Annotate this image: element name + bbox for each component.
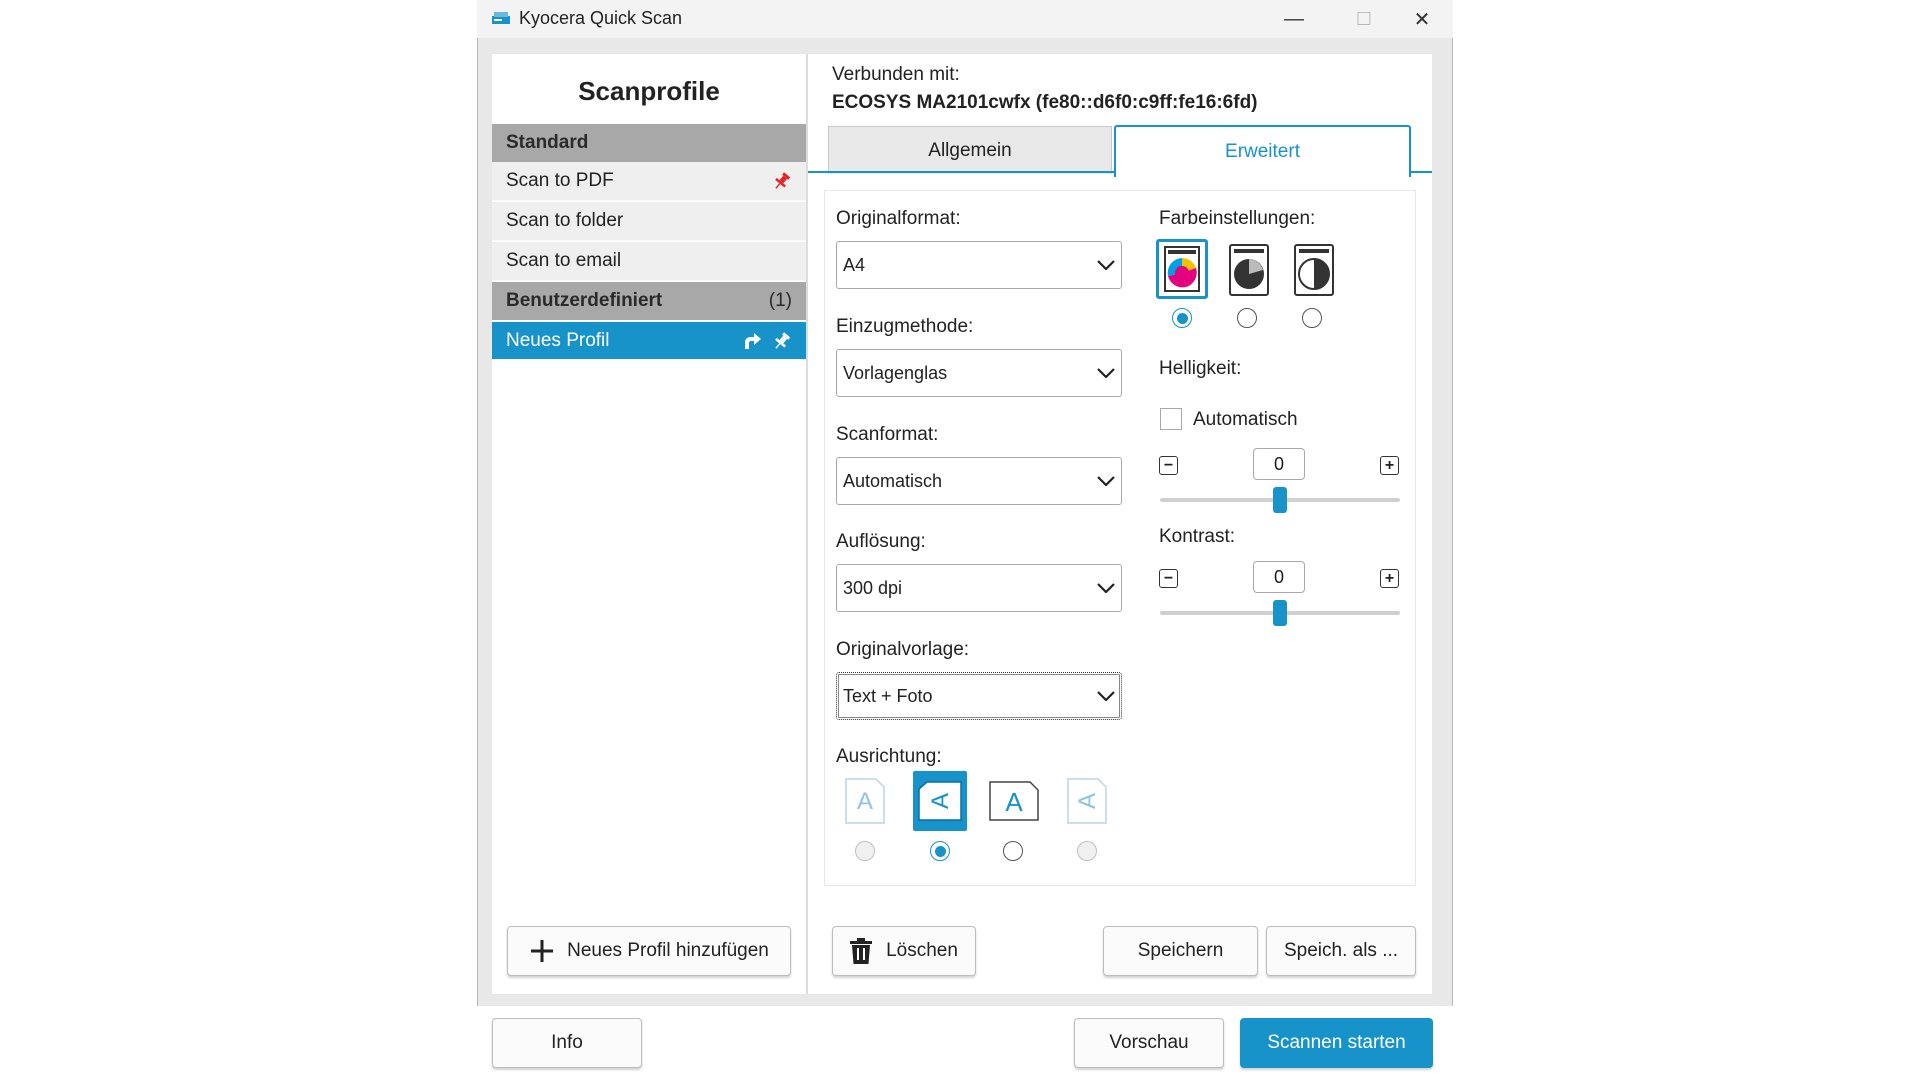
section-custom-count: (1) <box>768 290 792 311</box>
app-icon <box>491 10 511 26</box>
profile-item-scan-to-pdf[interactable]: Scan to PDF <box>492 162 806 201</box>
color-icon <box>1164 246 1200 292</box>
color-option-grayscale[interactable] <box>1226 242 1272 298</box>
profile-item-neues-profil[interactable]: Neues Profil <box>492 322 806 360</box>
kontrast-slider-thumb[interactable] <box>1273 600 1287 626</box>
originalformat-select[interactable]: A4 <box>836 241 1122 289</box>
delete-button[interactable]: Löschen <box>832 926 976 976</box>
einzugmethode-select[interactable]: Vorlagenglas <box>836 349 1122 397</box>
grayscale-icon <box>1229 244 1269 296</box>
orientation-radio-4[interactable] <box>1077 841 1097 861</box>
section-standard: Standard <box>492 124 806 162</box>
profile-item-label: Neues Profil <box>506 329 610 351</box>
black-white-icon <box>1294 244 1334 296</box>
profile-panel-title: Scanprofile <box>578 76 720 106</box>
orientation-portrait-icon[interactable]: A <box>845 778 885 824</box>
kontrast-minus-button[interactable]: − <box>1159 569 1178 588</box>
profile-item-label: Scan to folder <box>506 210 624 231</box>
color-radio-color[interactable] <box>1172 308 1192 328</box>
helligkeit-label: Helligkeit: <box>1159 358 1242 379</box>
color-option-color[interactable] <box>1156 239 1208 299</box>
svg-text:A: A <box>857 788 873 815</box>
save-as-button[interactable]: Speich. als ... <box>1266 926 1416 976</box>
svg-text:A: A <box>1074 793 1101 809</box>
aufloesung-select[interactable]: 300 dpi <box>836 564 1122 612</box>
pin-icon[interactable] <box>772 171 792 191</box>
pin-icon[interactable] <box>772 331 792 351</box>
orientation-radio-3[interactable] <box>1003 841 1023 861</box>
originalvorlage-select[interactable]: Text + Foto <box>836 672 1122 720</box>
svg-text:A: A <box>927 793 954 809</box>
einzugmethode-value: Vorlagenglas <box>843 362 948 383</box>
add-profile-button[interactable]: Neues Profil hinzufügen <box>507 926 791 976</box>
section-custom-label: Benutzerdefiniert <box>506 290 663 311</box>
profile-item-label: Scan to email <box>506 250 622 271</box>
orientation-portrait-rotated-icon[interactable]: A <box>1067 778 1107 824</box>
profile-panel: Scanprofile Standard Scan to PDF Scan to… <box>492 54 806 994</box>
aufloesung-label: Auflösung: <box>836 531 926 552</box>
window-title: Kyocera Quick Scan <box>519 8 683 28</box>
chevron-down-icon <box>1097 368 1115 378</box>
scanformat-label: Scanformat: <box>836 424 939 445</box>
profile-item-label: Scan to PDF <box>506 170 614 191</box>
originalvorlage-label: Originalvorlage: <box>836 639 970 660</box>
einzugmethode-label: Einzugmethode: <box>836 316 974 337</box>
helligkeit-value-input[interactable]: 0 <box>1253 448 1305 480</box>
orientation-radio-2[interactable] <box>930 841 950 861</box>
preview-button[interactable]: Vorschau <box>1074 1018 1224 1068</box>
orientation-landscape-icon[interactable]: A <box>989 778 1039 824</box>
svg-text:A: A <box>1005 787 1023 817</box>
helligkeit-slider-thumb[interactable] <box>1273 487 1287 513</box>
delete-label: Löschen <box>886 940 958 961</box>
shortcut-icon[interactable] <box>742 331 762 351</box>
originalformat-value: A4 <box>843 254 866 275</box>
save-button[interactable]: Speichern <box>1103 926 1258 976</box>
maximize-button[interactable]: ☐ <box>1341 0 1387 38</box>
scanformat-select[interactable]: Automatisch <box>836 457 1122 505</box>
color-option-blackwhite[interactable] <box>1291 242 1337 298</box>
color-radio-blackwhite[interactable] <box>1302 308 1322 328</box>
close-button[interactable]: ✕ <box>1399 0 1445 38</box>
tab-erweitert[interactable]: Erweitert <box>1114 125 1411 177</box>
info-button[interactable]: Info <box>492 1018 642 1068</box>
aufloesung-value: 300 dpi <box>843 577 903 598</box>
helligkeit-minus-button[interactable]: − <box>1159 456 1178 475</box>
chevron-down-icon <box>1097 476 1115 486</box>
kontrast-label: Kontrast: <box>1159 526 1236 547</box>
originalvorlage-value: Text + Foto <box>843 685 933 706</box>
helligkeit-plus-button[interactable]: + <box>1380 456 1399 475</box>
tab-allgemein[interactable]: Allgemein <box>828 126 1112 174</box>
farbeinstellungen-label: Farbeinstellungen: <box>1159 208 1316 229</box>
profile-item-scan-to-email[interactable]: Scan to email <box>492 242 806 281</box>
chevron-down-icon <box>1097 691 1115 701</box>
tab-underline <box>808 171 1115 173</box>
helligkeit-auto-checkbox[interactable] <box>1160 408 1182 430</box>
connection-label: Verbunden mit: <box>832 64 960 85</box>
kontrast-value-input[interactable]: 0 <box>1253 561 1305 593</box>
section-standard-label: Standard <box>506 132 589 153</box>
title-bar: Kyocera Quick Scan — ☐ ✕ <box>477 0 1453 38</box>
originalformat-label: Originalformat: <box>836 208 961 229</box>
section-custom: Benutzerdefiniert (1) <box>492 282 806 320</box>
orientation-landscape-rotated-icon[interactable]: A <box>913 771 967 831</box>
add-profile-label: Neues Profil hinzufügen <box>567 940 769 961</box>
minimize-button[interactable]: — <box>1271 0 1317 38</box>
chevron-down-icon <box>1097 583 1115 593</box>
tab-underline <box>1410 171 1432 173</box>
profile-item-scan-to-folder[interactable]: Scan to folder <box>492 202 806 241</box>
color-radio-grayscale[interactable] <box>1237 308 1257 328</box>
trash-icon <box>850 938 873 964</box>
scanformat-value: Automatisch <box>843 470 943 491</box>
ausrichtung-label: Ausrichtung: <box>836 746 942 767</box>
plus-icon <box>531 940 554 962</box>
orientation-radio-1[interactable] <box>855 841 875 861</box>
helligkeit-auto-label: Automatisch <box>1193 409 1298 430</box>
kontrast-plus-button[interactable]: + <box>1380 569 1399 588</box>
chevron-down-icon <box>1097 260 1115 270</box>
start-scan-button[interactable]: Scannen starten <box>1240 1018 1433 1068</box>
connection-device: ECOSYS MA2101cwfx (fe80::d6f0:c9ff:fe16:… <box>832 92 1258 113</box>
